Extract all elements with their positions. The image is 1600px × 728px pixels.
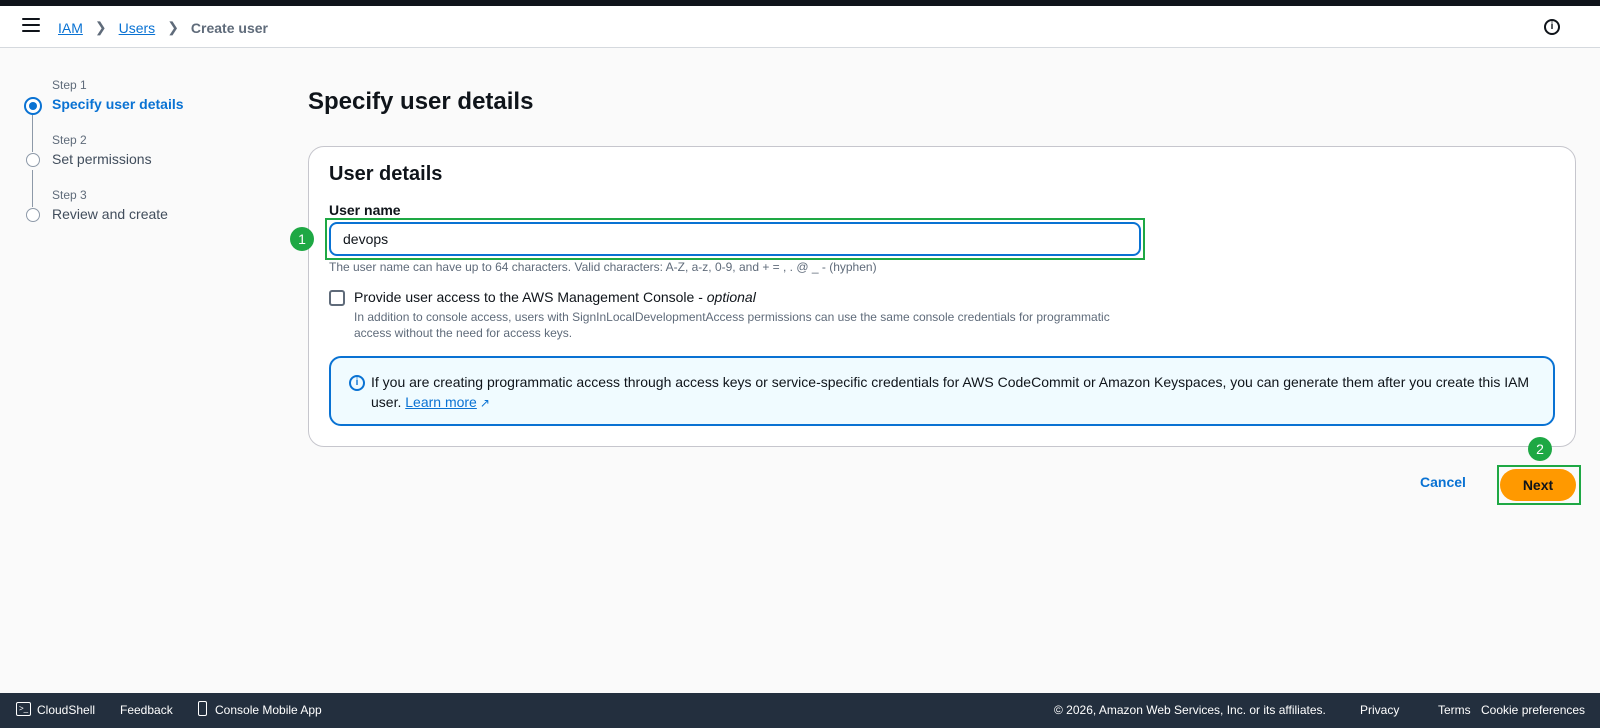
step-2: Step 2 Set permissions [24,133,274,207]
external-link-icon[interactable]: ↗ [480,396,490,410]
mobile-app-link[interactable]: Console Mobile App [215,703,322,717]
alert-text: If you are creating programmatic access … [371,372,1531,413]
copyright-text: © 2026, Amazon Web Services, Inc. or its… [1054,703,1326,717]
chevron-right-icon: ❯ [167,19,179,35]
optional-label: optional [706,289,756,305]
info-alert: i If you are creating programmatic acces… [329,356,1555,426]
chevron-right-icon: ❯ [94,19,107,35]
info-icon[interactable]: i [1544,19,1560,35]
breadcrumb: IAM ❯ Users ❯ Create user [58,19,268,36]
breadcrumb-iam[interactable]: IAM [58,20,83,36]
breadcrumb-users[interactable]: Users [119,20,156,36]
page-title: Specify user details [308,88,534,115]
step-active-icon [24,97,42,115]
step-label: Step 3 [52,188,87,202]
cloudshell-link[interactable]: CloudShell [37,703,95,717]
step-title: Set permissions [52,151,152,167]
console-access-label-text: Provide user access to the AWS Managemen… [354,289,707,305]
learn-more-link[interactable]: Learn more [405,394,477,410]
wizard-steps: Step 1 Specify user details Step 2 Set p… [24,78,274,243]
username-label: User name [329,202,401,218]
username-input[interactable] [329,222,1141,256]
mobile-app-icon[interactable] [198,701,207,716]
top-header: IAM ❯ Users ❯ Create user i [0,6,1600,48]
next-button[interactable]: Next [1500,469,1576,501]
info-circle-icon: i [349,375,365,391]
cloudshell-icon[interactable]: >_ [16,702,31,716]
feedback-link[interactable]: Feedback [120,703,173,717]
footer: >_ CloudShell Feedback Console Mobile Ap… [0,693,1600,728]
privacy-link[interactable]: Privacy [1360,703,1399,717]
panel-title: User details [329,163,443,185]
console-access-description: In addition to console access, users wit… [354,310,1110,340]
terms-link[interactable]: Terms [1438,703,1471,717]
console-access-label[interactable]: Provide user access to the AWS Managemen… [354,289,756,305]
menu-icon[interactable] [22,18,40,34]
cancel-button[interactable]: Cancel [1420,474,1466,490]
step-pending-icon [26,208,40,222]
step-pending-icon [26,153,40,167]
alert-message: If you are creating programmatic access … [371,374,1530,410]
user-details-panel: User details User name The user name can… [308,146,1576,447]
step-title: Review and create [52,206,168,222]
step-title[interactable]: Specify user details [52,96,184,112]
step-label: Step 1 [52,78,87,92]
cookie-preferences-link[interactable]: Cookie preferences [1481,703,1585,717]
step-label: Step 2 [52,133,87,147]
step-marker-2: 2 [1528,437,1552,461]
console-access-checkbox[interactable] [329,290,345,306]
username-constraint: The user name can have up to 64 characte… [329,260,877,274]
step-marker-1: 1 [290,227,314,251]
step-1[interactable]: Step 1 Specify user details [24,78,274,152]
step-3: Step 3 Review and create [24,188,274,243]
breadcrumb-current: Create user [190,19,268,36]
